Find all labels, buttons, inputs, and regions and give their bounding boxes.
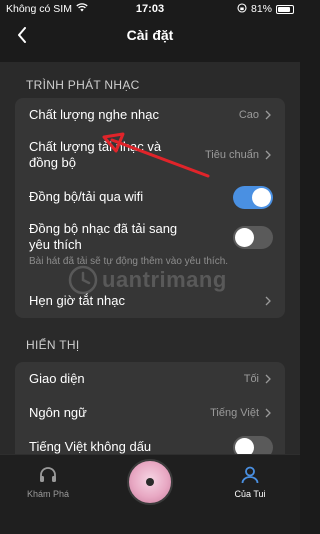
row-value: Cao [238,109,259,121]
user-icon [241,466,259,484]
row-sync-favorites: Đồng bộ nhạc đã tải sang yêu thích [15,216,285,252]
row-label: Giao diện [29,371,85,386]
row-value: Tiêu chuẩn [204,149,259,161]
sync-favorites-toggle[interactable] [233,225,273,249]
back-button[interactable] [10,22,34,48]
display-settings-card: Giao diện Tối Ngôn ngữ Tiếng Việt Tiếng … [15,362,285,454]
carrier-text: Không có SIM [6,3,72,15]
row-value: Tiếng Việt [210,407,259,419]
row-label: Hẹn giờ tắt nhạc [29,293,125,308]
row-no-diacritics: Tiếng Việt không dấu [15,430,285,454]
row-theme[interactable]: Giao diện Tối [15,362,285,396]
status-right: 81% [184,2,294,16]
toggle-knob [235,227,254,247]
chevron-right-icon [265,150,273,160]
settings-content[interactable]: TRÌNH PHÁT NHẠC Chất lượng nghe nhạc Cao… [0,62,300,454]
chevron-right-icon [265,374,273,384]
chevron-right-icon [265,408,273,418]
row-sleep-timer[interactable]: Hẹn giờ tắt nhạc [15,284,285,318]
row-label: Chất lượng nghe nhạc [29,107,159,122]
row-download-quality[interactable]: Chất lượng tải nhạc và đồng bộ Tiêu chuẩ… [15,132,285,178]
chevron-right-icon [265,296,273,306]
wifi-sync-toggle[interactable] [233,185,273,209]
row-label: Đồng bộ/tải qua wifi [29,189,144,204]
wifi-icon [76,3,88,15]
row-label: Ngôn ngữ [29,405,87,420]
section-title-display: HIỂN THỊ [26,338,80,352]
chevron-left-icon [18,27,26,43]
nav-label: Của Tui [234,489,266,499]
nav-label: Khám Phá [26,489,70,499]
page-title: Cài đặt [126,27,174,43]
disc-hole [146,478,154,486]
chevron-right-icon [265,110,273,120]
headphones-icon [40,467,56,482]
row-language[interactable]: Ngôn ngữ Tiếng Việt [15,396,285,430]
bottom-nav: Khám Phá Của Tui [0,454,300,534]
now-playing-disc[interactable] [127,459,173,505]
row-label: Chất lượng tải nhạc và đồng bộ [29,139,162,170]
nav-item-discover[interactable]: Khám Phá [13,465,83,499]
toggle-knob [235,437,254,454]
row-label: Đồng bộ nhạc đã tải sang yêu thích [29,221,178,252]
row-listening-quality[interactable]: Chất lượng nghe nhạc Cao [15,98,285,132]
row-wifi-sync: Đồng bộ/tải qua wifi [15,178,285,216]
status-left: Không có SIM [6,3,116,15]
row-description: Bài hát đã tải sẽ tự động thêm vào yêu t… [29,256,229,267]
status-bar: Không có SIM 17:03 81% [0,0,300,18]
row-value: Tối [243,373,259,385]
battery-percent: 81% [250,3,272,15]
nav-item-my-music[interactable]: Của Tui [215,465,285,499]
battery-icon [276,4,294,14]
section-title-player: TRÌNH PHÁT NHẠC [26,78,140,92]
player-settings-card: Chất lượng nghe nhạc Cao Chất lượng tải … [15,98,285,318]
toggle-knob [252,187,271,207]
header: Cài đặt [0,18,300,52]
no-diacritics-toggle[interactable] [233,435,273,454]
row-label: Tiếng Việt không dấu [29,439,152,454]
rotation-lock-icon [237,2,247,16]
status-time: 17:03 [135,3,165,15]
